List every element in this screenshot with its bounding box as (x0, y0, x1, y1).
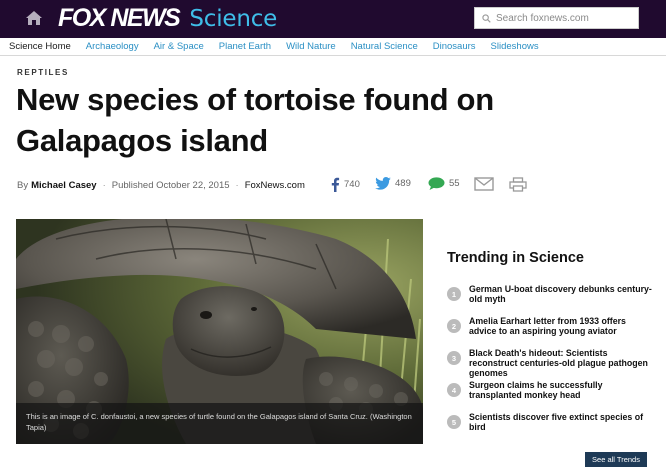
twitter-icon (375, 177, 391, 190)
see-all-trends-button[interactable]: See all Trends (585, 452, 647, 467)
trending-link[interactable]: Amelia Earhart letter from 1933 offers a… (469, 316, 652, 336)
article-headline: New species of tortoise found on Galapag… (16, 82, 494, 158)
trending-link[interactable]: Scientists discover five extinct species… (469, 412, 652, 432)
comment-icon (428, 177, 445, 190)
trending-item[interactable]: 4 Surgeon claims he successfully transpl… (447, 380, 652, 412)
comments-link[interactable]: 55 (428, 177, 460, 190)
print-icon (509, 177, 527, 192)
trending-list: 1 German U-boat discovery debunks centur… (447, 284, 652, 444)
print-button[interactable] (509, 177, 527, 192)
article-source: FoxNews.com (244, 180, 305, 191)
nav-natural-science[interactable]: Natural Science (351, 41, 418, 52)
publish-date: Published October 22, 2015 (111, 180, 230, 191)
search-input[interactable] (496, 12, 636, 24)
trending-link[interactable]: German U-boat discovery debunks century-… (469, 284, 652, 304)
nav-air-space[interactable]: Air & Space (154, 41, 204, 52)
trending-rank: 5 (447, 415, 461, 429)
section-nav: Science Home Archaeology Air & Space Pla… (0, 38, 666, 56)
trending-rank: 4 (447, 383, 461, 397)
article-category[interactable]: REPTILES (17, 68, 69, 77)
byline: By Michael Casey · Published October 22,… (17, 180, 305, 191)
image-caption: This is an image of C. donfaustoi, a new… (16, 403, 423, 444)
nav-science-home[interactable]: Science Home (9, 41, 71, 52)
brand-name: FOX NEWS (58, 4, 181, 32)
nav-archaeology[interactable]: Archaeology (86, 41, 139, 52)
nav-planet-earth[interactable]: Planet Earth (219, 41, 271, 52)
separator-dot: · (102, 180, 106, 191)
trending-item[interactable]: 1 German U-boat discovery debunks centur… (447, 284, 652, 316)
trending-rank: 2 (447, 319, 461, 333)
trending-rank: 3 (447, 351, 461, 365)
trending-link[interactable]: Surgeon claims he successfully transplan… (469, 380, 652, 400)
email-icon (474, 177, 494, 191)
nav-slideshows[interactable]: Slideshows (491, 41, 539, 52)
trending-rank: 1 (447, 287, 461, 301)
trending-item[interactable]: 2 Amelia Earhart letter from 1933 offers… (447, 316, 652, 348)
nav-wild-nature[interactable]: Wild Nature (286, 41, 336, 52)
site-logo[interactable]: FOX NEWS Science (58, 4, 277, 34)
facebook-share[interactable]: 740 (330, 177, 360, 192)
twitter-count: 489 (395, 178, 411, 189)
article-image: This is an image of C. donfaustoi, a new… (16, 219, 423, 444)
facebook-icon (331, 177, 340, 192)
trending-title: Trending in Science (447, 250, 584, 266)
comments-count: 55 (449, 178, 460, 189)
byline-prefix: By (17, 180, 29, 191)
search-icon (482, 13, 491, 23)
email-share[interactable] (474, 177, 494, 191)
nav-dinosaurs[interactable]: Dinosaurs (433, 41, 476, 52)
separator-dot: · (235, 180, 239, 191)
search-box[interactable] (474, 7, 639, 29)
site-header: FOX NEWS Science (0, 0, 666, 38)
facebook-count: 740 (344, 179, 360, 190)
home-icon[interactable] (25, 10, 43, 26)
author-link[interactable]: Michael Casey (31, 180, 96, 191)
twitter-share[interactable]: 489 (375, 177, 411, 190)
trending-link[interactable]: Black Death's hideout: Scientists recons… (469, 348, 652, 378)
section-name: Science (189, 6, 278, 32)
trending-item[interactable]: 3 Black Death's hideout: Scientists reco… (447, 348, 652, 380)
trending-item[interactable]: 5 Scientists discover five extinct speci… (447, 412, 652, 444)
